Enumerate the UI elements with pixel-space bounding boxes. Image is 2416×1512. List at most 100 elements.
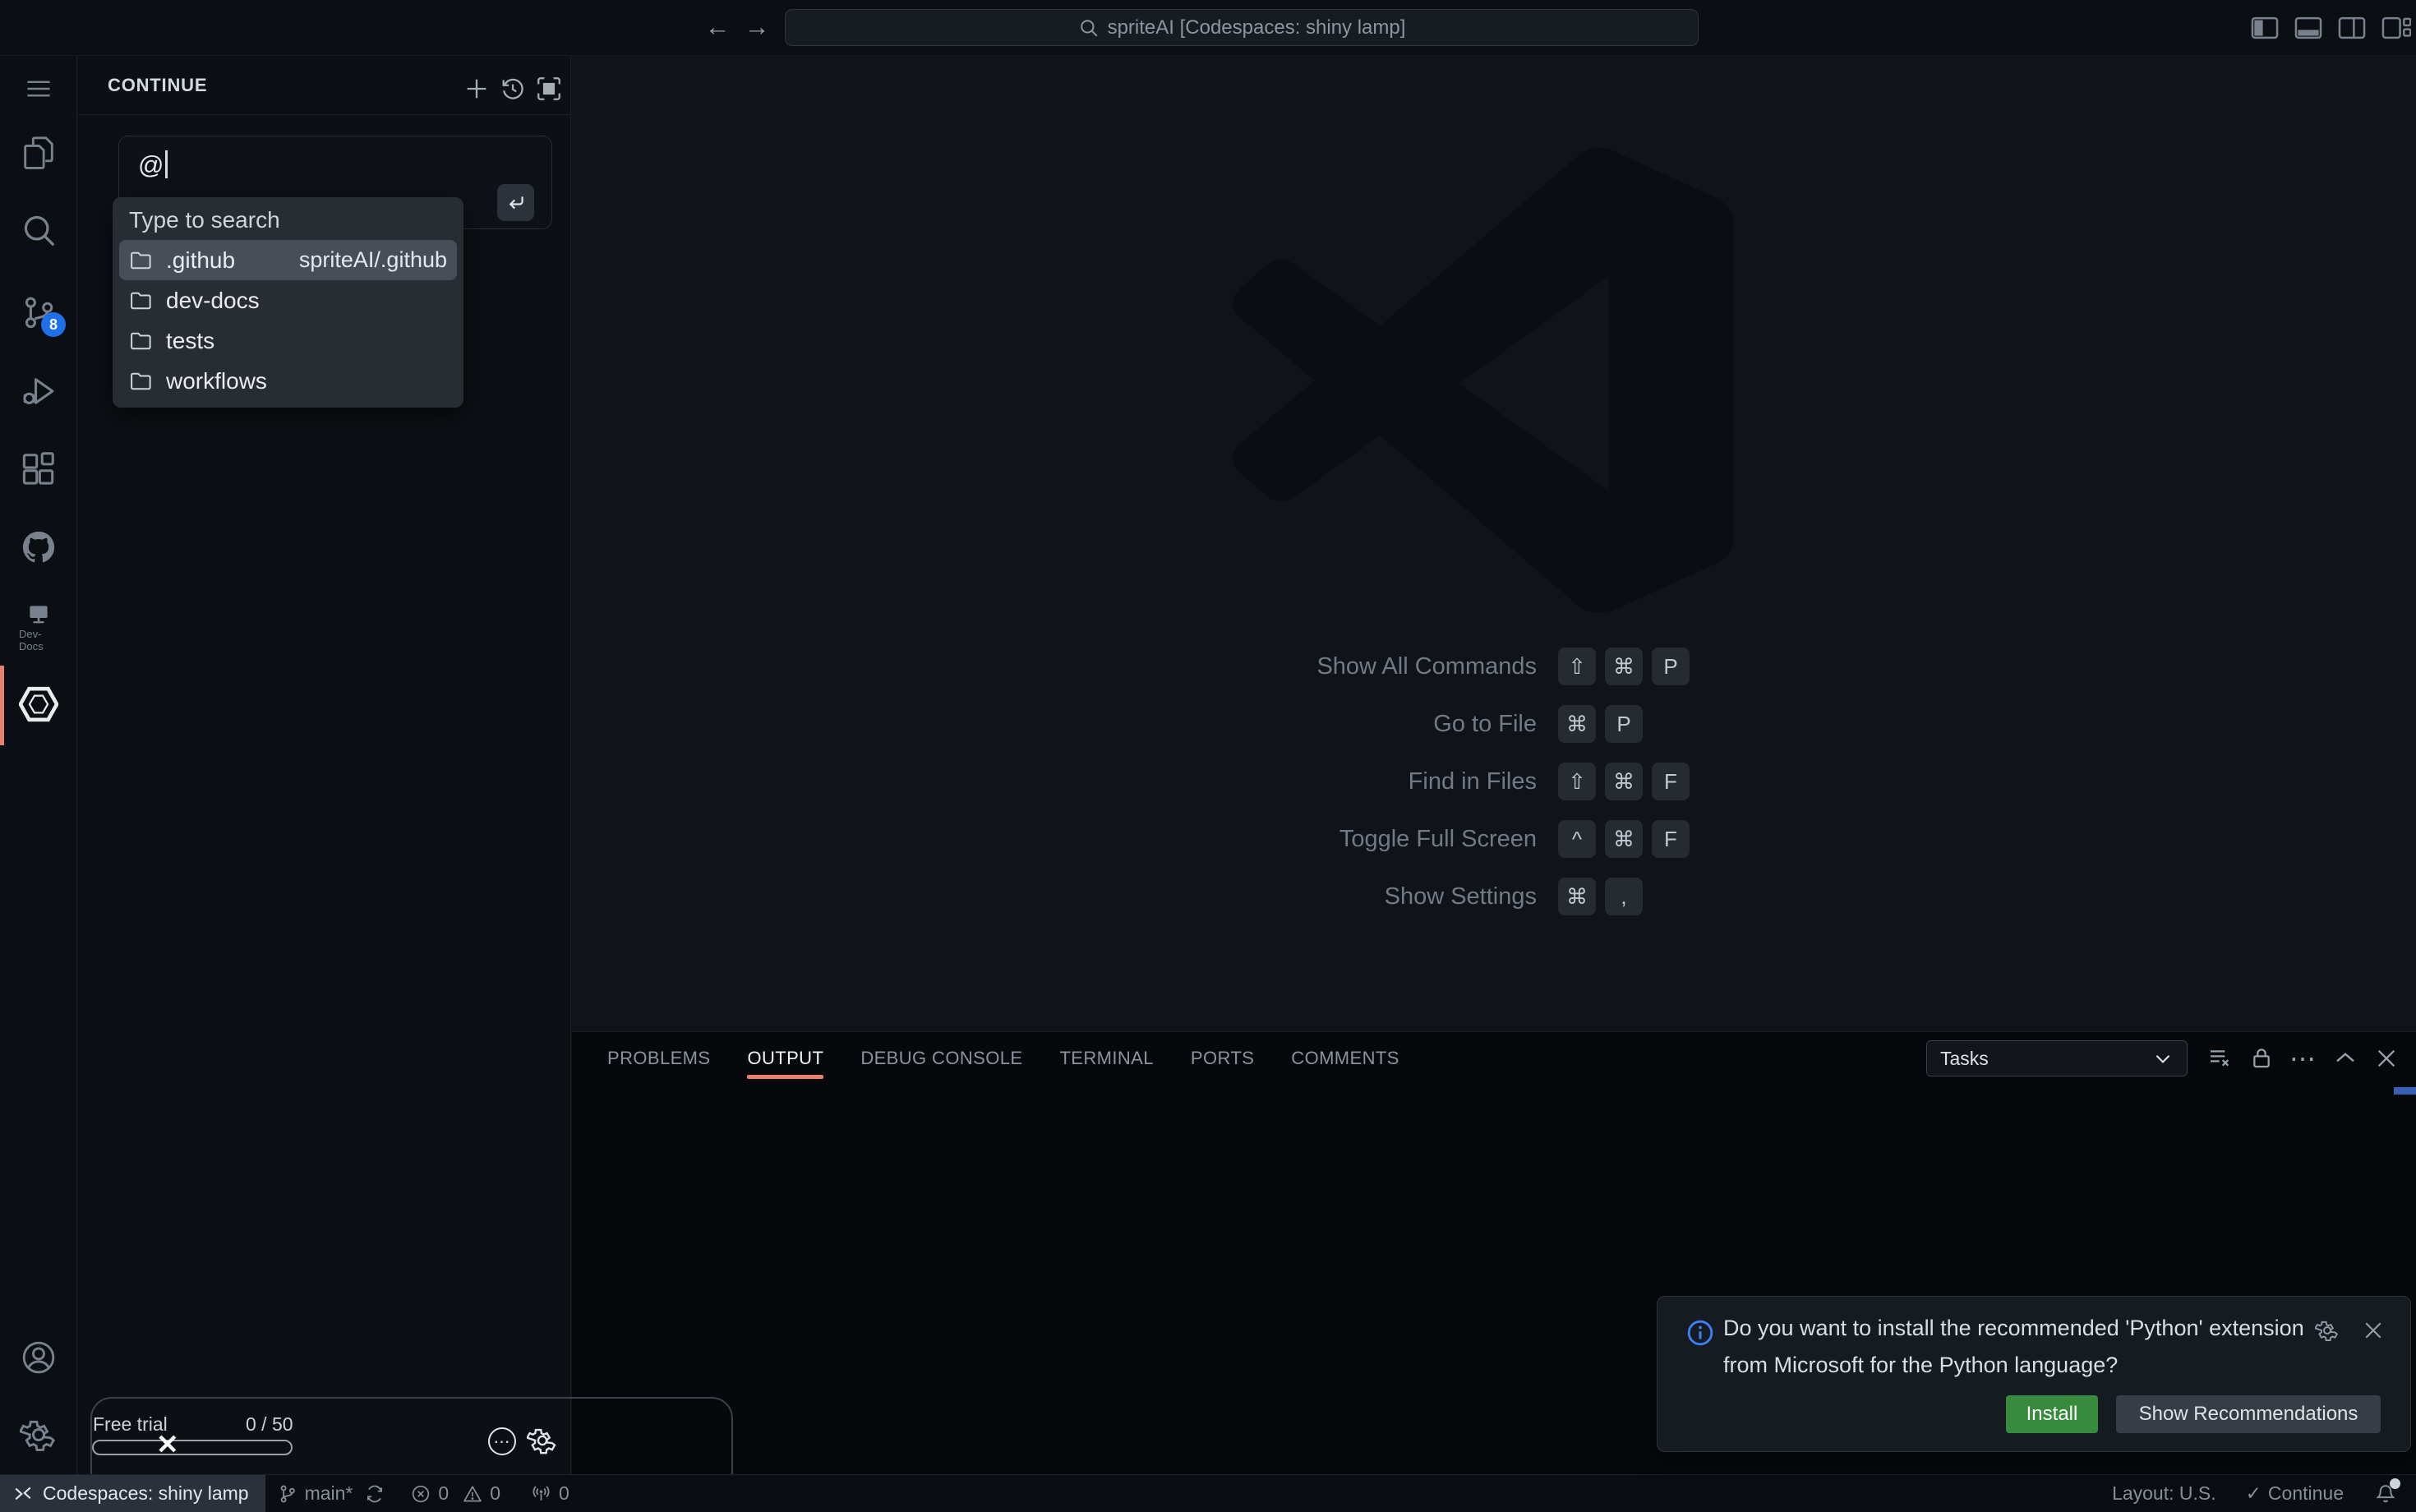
continue-extension-icon[interactable] [19,685,58,724]
fullscreen-icon[interactable] [535,75,563,103]
navigate-back-button[interactable]: ← [700,10,735,44]
status-bar-right: Layout: U.S. ✓ Continue [2112,1482,2416,1506]
ports-count: 0 [559,1482,569,1505]
tab-output[interactable]: OUTPUT [747,1036,823,1081]
panel-tab-bar: PROBLEMS OUTPUT DEBUG CONSOLE TERMINAL P… [607,1032,1399,1085]
dropdown-hint: Type to search [113,197,463,240]
notification-buttons: Install Show Recommendations [2006,1395,2381,1433]
output-channel-value: Tasks [1940,1048,1989,1070]
context-search-dropdown: Type to search .github spriteAI/.github … [113,197,463,408]
activity-bar: 8 Dev-Docs [0,56,77,1474]
keycap: , [1605,878,1643,915]
shortcut-row: Show Settings ⌘, [822,878,1726,915]
tab-comments[interactable]: COMMENTS [1291,1036,1399,1081]
shortcut-label: Go to File [822,711,1537,738]
history-icon[interactable] [499,75,527,103]
folder-icon [129,290,154,311]
run-debug-icon[interactable] [19,371,58,411]
folder-icon [129,371,154,392]
keycap: F [1652,820,1690,858]
info-icon [1685,1318,1715,1348]
navigate-forward-button[interactable]: → [740,10,774,44]
dropdown-item-tests[interactable]: tests [119,320,457,361]
title-bar: ← → spriteAI [Codespaces: shiny lamp] [0,0,2416,56]
keycap: ⇧ [1558,763,1596,800]
keycap: ⌘ [1605,820,1643,858]
notification-settings-gear-icon[interactable] [2315,1318,2340,1343]
branch-status[interactable]: main* [277,1482,386,1505]
shortcut-label: Show All Commands [822,653,1537,680]
install-button[interactable]: Install [2006,1395,2098,1433]
show-recommendations-button[interactable]: Show Recommendations [2116,1395,2381,1433]
watermark-shortcuts: Show All Commands ⇧⌘P Go to File ⌘P Find… [822,648,1726,935]
remote-indicator[interactable]: Codespaces: shiny lamp [0,1475,265,1512]
keycap: ⌘ [1605,763,1643,800]
customize-layout-icon[interactable] [2380,12,2411,44]
sidebar-title: CONTINUE [108,75,207,96]
continue-settings-gear-icon[interactable] [527,1425,558,1456]
github-icon[interactable] [19,528,58,567]
dropdown-item-github[interactable]: .github spriteAI/.github [119,240,457,280]
panel-controls: Tasks ⋯ [1926,1040,2400,1076]
source-control-icon[interactable]: 8 [19,293,58,332]
problems-status[interactable]: 0 0 [410,1482,500,1505]
settings-gear-icon[interactable] [19,1415,58,1454]
chat-input-value: @ [138,150,168,180]
command-center-search[interactable]: spriteAI [Codespaces: shiny lamp] [785,9,1699,46]
keyboard-layout-status[interactable]: Layout: U.S. [2112,1482,2216,1505]
output-channel-select[interactable]: Tasks [1926,1040,2188,1076]
notification-close-icon[interactable] [2361,1318,2386,1343]
keycap: F [1652,763,1690,800]
search-view-icon[interactable] [19,210,58,250]
clear-output-icon[interactable] [2207,1045,2234,1072]
notification-toast: Do you want to install the recommended '… [1657,1296,2411,1452]
sync-icon[interactable] [364,1483,385,1505]
feedback-icon[interactable]: ⋯ [488,1427,516,1455]
toggle-secondary-sidebar-icon[interactable] [2336,12,2368,44]
warnings-count: 0 [490,1482,500,1505]
free-trial-usage: 0 / 50 [246,1413,293,1436]
tab-problems[interactable]: PROBLEMS [607,1036,710,1081]
scroll-indicator[interactable] [2394,1087,2416,1095]
folder-icon [129,250,154,271]
keycap: P [1605,705,1643,743]
text-cursor [165,150,168,178]
toggle-primary-sidebar-icon[interactable] [2249,12,2280,44]
tab-terminal[interactable]: TERMINAL [1059,1036,1153,1081]
vscode-watermark-logo [1233,140,1734,612]
cursor-x-marker: ✕ [156,1428,179,1460]
dev-docs-icon[interactable]: Dev-Docs [19,602,58,654]
maximize-panel-icon[interactable] [2332,1045,2358,1072]
dropdown-item-label: .github [166,247,235,274]
branch-label: main* [305,1482,353,1505]
lock-icon[interactable] [2248,1045,2275,1072]
submit-enter-button[interactable] [497,184,534,221]
shortcut-row: Toggle Full Screen ^⌘F [822,820,1726,858]
dropdown-item-dev-docs[interactable]: dev-docs [119,280,457,320]
status-bar: Codespaces: shiny lamp main* 0 0 0 Layou… [0,1474,2416,1512]
notification-dot-badge [2390,1478,2400,1489]
chevron-down-icon [2152,1048,2174,1069]
close-panel-icon[interactable] [2373,1045,2400,1072]
extensions-icon[interactable] [19,449,58,489]
explorer-icon[interactable] [19,133,58,173]
tab-debug-console[interactable]: DEBUG CONSOLE [860,1036,1022,1081]
menu-icon[interactable] [19,69,58,108]
sidebar-header: CONTINUE [78,56,570,115]
accounts-icon[interactable] [19,1338,58,1377]
notifications-bell-icon[interactable] [2373,1482,2398,1506]
tab-ports[interactable]: PORTS [1191,1036,1254,1081]
continue-status-label: Continue [2268,1482,2344,1505]
shortcut-label: Toggle Full Screen [822,826,1537,853]
new-session-plus-icon[interactable] [463,75,491,103]
continue-status[interactable]: ✓ Continue [2246,1482,2344,1505]
command-center-text: spriteAI [Codespaces: shiny lamp] [1108,16,1406,39]
dropdown-item-label: dev-docs [166,288,260,314]
keycap: ⌘ [1558,705,1596,743]
ports-status[interactable]: 0 [530,1482,569,1505]
dropdown-item-workflows[interactable]: workflows [119,361,457,401]
more-actions-icon[interactable]: ⋯ [2289,1043,2317,1074]
toggle-panel-icon[interactable] [2293,12,2324,44]
notification-message: Do you want to install the recommended '… [1723,1310,2304,1384]
active-view-indicator [0,666,4,745]
